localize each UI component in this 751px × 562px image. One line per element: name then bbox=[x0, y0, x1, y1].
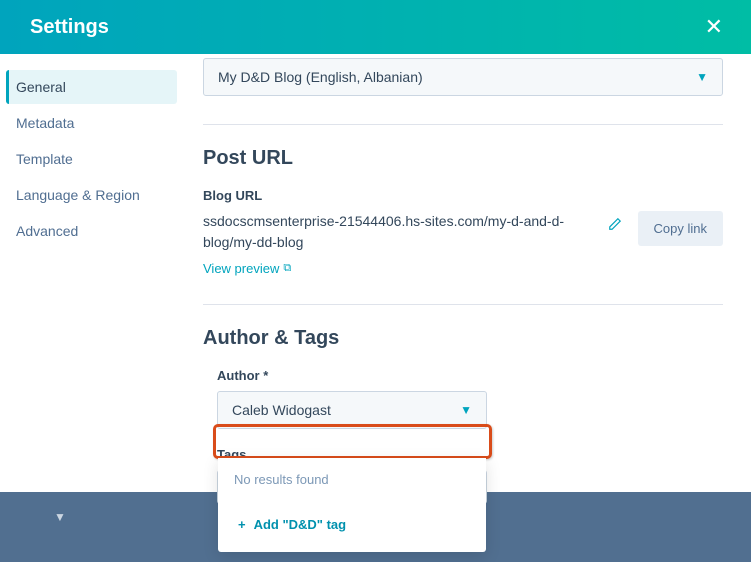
close-button[interactable]: ✕ bbox=[697, 10, 731, 44]
sidebar-item-metadata[interactable]: Metadata bbox=[6, 106, 177, 140]
sidebar-item-label: Template bbox=[16, 151, 73, 167]
view-preview-link[interactable]: View preview ⧉ bbox=[203, 261, 291, 276]
divider bbox=[203, 304, 723, 305]
sidebar-item-general[interactable]: General bbox=[6, 70, 177, 104]
plus-icon: + bbox=[238, 517, 246, 532]
external-link-icon: ⧉ bbox=[283, 262, 291, 275]
sidebar-item-label: Advanced bbox=[16, 223, 78, 239]
chevron-down-icon: ▼ bbox=[696, 70, 708, 84]
add-tag-label: Add "D&D" tag bbox=[254, 517, 347, 532]
sidebar: General Metadata Template Language & Reg… bbox=[0, 54, 183, 562]
sidebar-item-advanced[interactable]: Advanced bbox=[6, 214, 177, 248]
section-title-post-url: Post URL bbox=[203, 147, 723, 170]
author-select[interactable]: Caleb Widogast ▼ bbox=[217, 391, 487, 429]
section-title-author-tags: Author & Tags bbox=[203, 327, 723, 350]
sidebar-item-language-region[interactable]: Language & Region bbox=[6, 178, 177, 212]
sidebar-item-label: General bbox=[16, 79, 66, 95]
author-label: Author * bbox=[217, 368, 723, 383]
close-icon: ✕ bbox=[705, 14, 723, 39]
view-preview-label: View preview bbox=[203, 261, 279, 276]
blog-url-row: ssdocscmsenterprise-21544406.hs-sites.co… bbox=[203, 211, 723, 276]
blog-url-label: Blog URL bbox=[203, 188, 723, 203]
tags-dropdown: No results found + Add "D&D" tag bbox=[218, 458, 486, 552]
edit-url-button[interactable] bbox=[602, 211, 628, 240]
sidebar-item-label: Language & Region bbox=[16, 187, 140, 203]
author-value: Caleb Widogast bbox=[232, 402, 331, 418]
blog-select[interactable]: My D&D Blog (English, Albanian) ▼ bbox=[203, 58, 723, 96]
sidebar-item-label: Metadata bbox=[16, 115, 74, 131]
chevron-down-icon: ▼ bbox=[54, 510, 66, 524]
dropdown-no-results: No results found bbox=[218, 458, 486, 501]
settings-header: Settings ✕ bbox=[0, 0, 751, 54]
pencil-icon bbox=[608, 217, 622, 231]
add-tag-button[interactable]: + Add "D&D" tag bbox=[224, 505, 480, 544]
chevron-down-icon: ▼ bbox=[460, 403, 472, 417]
copy-link-label: Copy link bbox=[654, 221, 707, 236]
header-title: Settings bbox=[30, 16, 109, 39]
blog-url-value: ssdocscmsenterprise-21544406.hs-sites.co… bbox=[203, 211, 592, 253]
divider bbox=[203, 124, 723, 125]
blog-select-value: My D&D Blog (English, Albanian) bbox=[218, 69, 423, 85]
sidebar-item-template[interactable]: Template bbox=[6, 142, 177, 176]
copy-link-button[interactable]: Copy link bbox=[638, 211, 723, 246]
